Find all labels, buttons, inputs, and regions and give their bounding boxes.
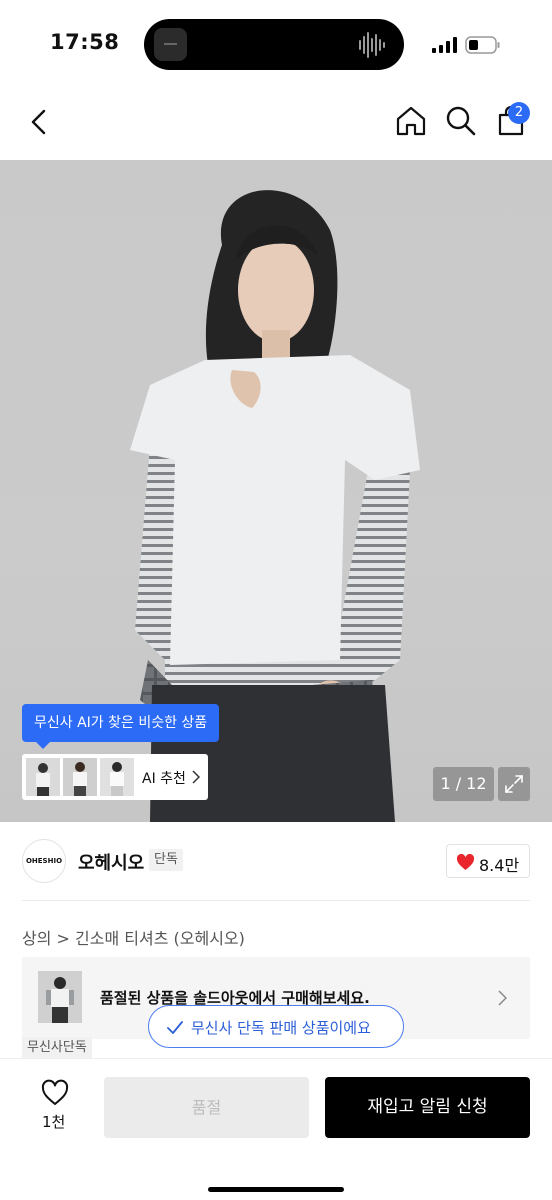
divider bbox=[22, 900, 530, 901]
heart-filled-icon bbox=[456, 854, 475, 870]
image-page-counter: 1 / 12 bbox=[433, 767, 494, 801]
expand-icon bbox=[505, 775, 523, 793]
island-app-icon bbox=[154, 28, 187, 61]
soldout-product-thumb bbox=[38, 971, 82, 1023]
back-arrow-icon[interactable] bbox=[24, 105, 54, 139]
check-icon bbox=[167, 1021, 183, 1034]
ai-thumb-3 bbox=[100, 758, 134, 796]
status-time: 17:58 bbox=[50, 30, 120, 54]
ai-recommend-label: AI 추천 bbox=[142, 771, 186, 787]
status-bar: 17:58 bbox=[0, 0, 552, 90]
ai-thumb-1 bbox=[26, 758, 60, 796]
exclusive-sale-text: 무신사 단독 판매 상품이에요 bbox=[191, 1019, 371, 1037]
soldout-button[interactable]: 품절 bbox=[104, 1077, 309, 1138]
brand-like-button[interactable]: 8.4만 bbox=[446, 844, 530, 878]
ai-thumb-2 bbox=[63, 758, 97, 796]
brand-logo[interactable]: OHESHIO bbox=[22, 839, 66, 883]
exclusive-badge: 단독 bbox=[149, 849, 183, 871]
audio-wave-icon bbox=[359, 32, 385, 58]
top-nav-bar bbox=[0, 90, 552, 160]
ai-similar-tooltip[interactable]: 무신사 AI가 찾은 비슷한 상품 bbox=[22, 704, 220, 749]
cart-count-badge: 2 bbox=[508, 102, 530, 124]
chevron-right-icon bbox=[192, 770, 200, 784]
ai-recommend-button[interactable]: AI 추천 bbox=[22, 754, 208, 800]
restock-alert-button[interactable]: 재입고 알림 신청 bbox=[325, 1077, 530, 1138]
expand-image-button[interactable] bbox=[498, 767, 530, 801]
cellular-signal-icon bbox=[432, 37, 457, 53]
home-icon[interactable] bbox=[394, 104, 428, 138]
exclusive-sale-toast: 무신사 단독 판매 상품이에요 bbox=[148, 1005, 404, 1048]
bottom-action-bar: 1천 품절 재입고 알림 신청 bbox=[0, 1058, 552, 1200]
brand-like-count: 8.4만 bbox=[479, 856, 520, 875]
home-indicator bbox=[208, 1187, 344, 1192]
brand-row: OHESHIO 오헤시오 단독 8.4만 bbox=[0, 822, 552, 900]
dynamic-island bbox=[144, 19, 404, 70]
search-icon[interactable] bbox=[444, 104, 478, 138]
musinsa-exclusive-tag: 무신사단독 bbox=[22, 1037, 92, 1059]
wish-count: 1천 bbox=[42, 1113, 66, 1131]
category-breadcrumb[interactable]: 상의 > 긴소매 티셔츠 (오헤시오) bbox=[22, 925, 245, 949]
battery-icon bbox=[465, 36, 500, 54]
chevron-right-icon bbox=[498, 990, 507, 1006]
brand-name[interactable]: 오헤시오 bbox=[78, 849, 144, 875]
heart-outline-icon[interactable] bbox=[40, 1079, 70, 1107]
